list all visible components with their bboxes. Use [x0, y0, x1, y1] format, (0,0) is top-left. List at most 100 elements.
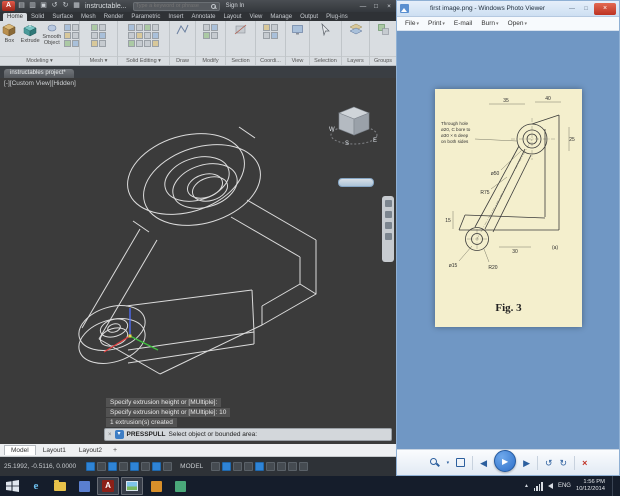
ribbon-tool-icon[interactable]	[128, 24, 135, 31]
menu-email[interactable]: E-mail	[454, 20, 472, 27]
ribbon-tool-icon[interactable]	[128, 32, 135, 39]
model-space-label[interactable]: MODEL	[180, 463, 203, 470]
show-desktop-button[interactable]	[612, 476, 616, 496]
close-icon[interactable]: ×	[594, 3, 616, 15]
dynamic-input-toggle[interactable]	[163, 462, 172, 471]
object-snap-toggle[interactable]	[130, 462, 139, 471]
layers-icon[interactable]	[349, 23, 363, 36]
ribbon-tool-icon[interactable]	[136, 40, 143, 47]
search-icon[interactable]	[210, 3, 217, 10]
delete-button[interactable]: ×	[582, 458, 587, 468]
next-image-button[interactable]: ▶	[523, 458, 530, 468]
ribbon-tool-icon[interactable]	[263, 24, 270, 31]
ribbon-tool-icon[interactable]	[203, 24, 210, 31]
zoom-icon[interactable]	[429, 457, 440, 468]
quick-properties-toggle[interactable]	[266, 462, 275, 471]
groups-icon[interactable]	[377, 23, 390, 36]
start-button[interactable]	[0, 476, 24, 496]
show-hidden-icons-button[interactable]: ▲	[524, 483, 529, 489]
ribbon-tool-icon[interactable]	[91, 32, 98, 39]
panel-label-section[interactable]: Section	[226, 56, 255, 65]
new-layout-button[interactable]: +	[109, 447, 121, 454]
layout-tab-model[interactable]: Model	[4, 445, 36, 455]
previous-image-button[interactable]: ◀	[480, 458, 487, 468]
ribbon-tool-icon[interactable]	[203, 32, 210, 39]
ribbon-tool-icon[interactable]	[211, 24, 218, 31]
ribbon-tool-icon[interactable]	[136, 32, 143, 39]
ribbon-tab-view[interactable]: View	[245, 13, 266, 21]
taskbar-icon-internet-explorer[interactable]: e	[25, 477, 47, 495]
play-slideshow-button[interactable]: ▶	[494, 450, 516, 472]
view-icon[interactable]	[291, 23, 304, 36]
taskbar-app-icon[interactable]	[169, 477, 191, 495]
panel-label-modify[interactable]: Modify	[196, 56, 225, 65]
selection-icon[interactable]	[319, 23, 332, 36]
taskbar-clock[interactable]: 1:56 PM 10/12/2014	[576, 479, 607, 493]
language-indicator[interactable]: ENG	[558, 483, 571, 489]
close-icon[interactable]: ×	[384, 1, 394, 12]
3d-model-wireframe[interactable]	[0, 78, 378, 408]
command-customize-icon[interactable]: ▾	[115, 430, 124, 439]
grid-display-toggle[interactable]	[97, 462, 106, 471]
minimize-icon[interactable]: —	[358, 1, 368, 12]
layout-tab-layout1[interactable]: Layout1	[37, 446, 72, 455]
rotate-counterclockwise-button[interactable]: ↺	[545, 458, 553, 468]
panel-label-layers[interactable]: Layers	[342, 56, 369, 65]
application-menu-button[interactable]: A	[2, 1, 15, 11]
ribbon-tab-output[interactable]: Output	[296, 13, 322, 21]
clean-screen-toggle[interactable]	[299, 462, 308, 471]
isolate-objects-toggle[interactable]	[277, 462, 286, 471]
actual-size-icon[interactable]	[456, 458, 465, 467]
panel-label-modeling[interactable]: Modeling ▾	[0, 56, 79, 65]
draw-icon[interactable]	[176, 23, 189, 36]
ribbon-tool-icon[interactable]	[99, 24, 106, 31]
panel-label-groups[interactable]: Groups	[370, 56, 396, 65]
pan-icon[interactable]	[385, 211, 392, 218]
transparency-toggle[interactable]	[222, 462, 231, 471]
ribbon-tab-render[interactable]: Render	[100, 13, 128, 21]
zoom-icon[interactable]	[385, 222, 392, 229]
search-input[interactable]	[136, 3, 210, 10]
ribbon-tool-icon[interactable]	[64, 24, 71, 31]
panel-label-coordinates[interactable]: Coordi...	[256, 56, 285, 65]
workspace-switching-toggle[interactable]	[255, 462, 264, 471]
selection-cycling-toggle[interactable]	[233, 462, 242, 471]
ribbon-tab-parametric[interactable]: Parametric	[127, 13, 164, 21]
ribbon-tool-icon[interactable]	[91, 40, 98, 47]
undo-icon[interactable]: ↺	[50, 1, 59, 11]
snap-mode-toggle[interactable]	[86, 462, 95, 471]
command-input[interactable]: × ▾ PRESSPULL Select object or bounded a…	[104, 428, 392, 441]
redo-icon[interactable]: ↻	[61, 1, 70, 11]
menu-burn[interactable]: Burn ▾	[481, 20, 498, 27]
ribbon-tab-mesh[interactable]: Mesh	[77, 13, 100, 21]
menu-open[interactable]: Open ▾	[508, 20, 527, 27]
taskbar-icon-autocad[interactable]: A	[97, 477, 119, 495]
taskbar-icon-photo-viewer[interactable]	[121, 477, 143, 495]
plot-icon[interactable]: ▦	[72, 1, 81, 11]
ribbon-tab-plugins[interactable]: Plug-ins	[322, 13, 352, 21]
ortho-mode-toggle[interactable]	[108, 462, 117, 471]
ribbon-tool-icon[interactable]	[72, 40, 79, 47]
ribbon-tab-manage[interactable]: Manage	[266, 13, 296, 21]
orbit-icon[interactable]	[385, 233, 392, 240]
ribbon-tab-annotate[interactable]: Annotate	[187, 13, 219, 21]
panel-label-solid-editing[interactable]: Solid Editing ▾	[118, 56, 169, 65]
sign-in-button[interactable]: Sign In	[226, 3, 245, 9]
smooth-object-button[interactable]: Smooth Object	[42, 23, 62, 46]
ribbon-tool-icon[interactable]	[152, 40, 159, 47]
rotate-clockwise-button[interactable]: ↻	[560, 458, 568, 468]
ribbon-tool-icon[interactable]	[72, 24, 79, 31]
ribbon-tool-icon[interactable]	[271, 24, 278, 31]
graphics-performance-toggle[interactable]	[288, 462, 297, 471]
panel-label-view[interactable]: View	[286, 56, 309, 65]
ribbon-tool-icon[interactable]	[263, 32, 270, 39]
section-icon[interactable]	[234, 23, 247, 36]
ribbon-tab-surface[interactable]: Surface	[48, 13, 77, 21]
drawing-viewport[interactable]: [-][Custom View][Hidden] W S E	[0, 78, 396, 444]
ribbon-tool-icon[interactable]	[144, 40, 151, 47]
minimize-icon[interactable]: —	[566, 6, 578, 12]
annotation-scale-toggle[interactable]	[244, 462, 253, 471]
panel-label-selection[interactable]: Selection	[310, 56, 341, 65]
ribbon-tool-icon[interactable]	[136, 24, 143, 31]
file-tab[interactable]: instructables project*	[4, 69, 74, 78]
